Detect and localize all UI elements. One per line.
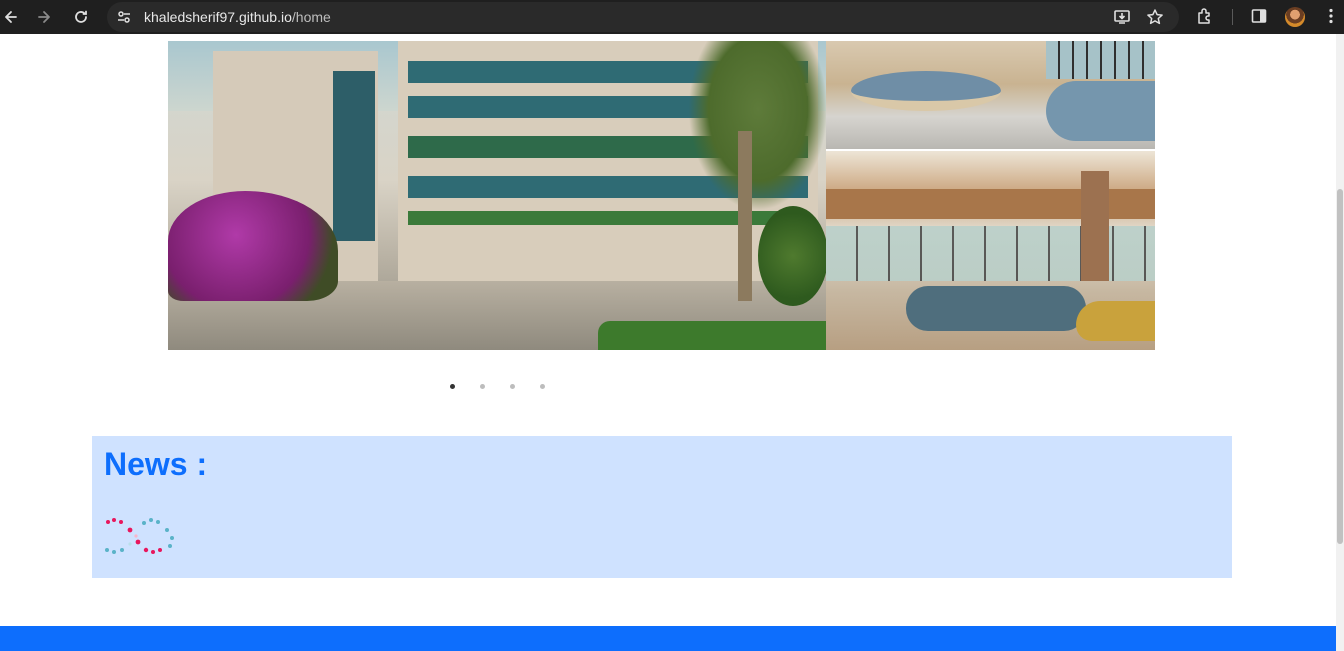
side-panel-icon[interactable] [1250,7,1268,25]
extensions-icon[interactable] [1196,7,1214,25]
carousel-dot-1[interactable] [450,384,455,389]
carousel-indicators [0,384,1336,392]
lobby-lounge-image [826,151,1155,350]
forward-button[interactable] [33,6,55,28]
bookmark-star-icon[interactable] [1146,8,1164,26]
loading-spinner-icon [105,518,174,554]
url-host: khaledsherif97.github.io [144,9,292,25]
page-content: News : [0,34,1336,651]
page-footer [0,626,1336,651]
reload-button[interactable] [70,6,92,28]
page-scrollbar[interactable] [1336,34,1344,651]
url-text[interactable]: khaledsherif97.github.io/home [144,9,331,25]
carousel-dot-3[interactable] [510,384,515,389]
forward-icon [38,11,50,23]
lobby-seating-image [826,41,1155,149]
news-section: News : [92,436,1232,578]
address-bar[interactable]: khaledsherif97.github.io/home [107,2,1179,32]
kebab-menu-icon[interactable] [1322,7,1340,25]
news-heading: News : [104,446,208,482]
browser-toolbar: khaledsherif97.github.io/home [0,0,1344,34]
reload-icon [75,10,87,23]
back-button[interactable] [0,6,22,28]
hospital-building-image [168,41,826,350]
toolbar-separator [1232,9,1233,25]
carousel-dot-2[interactable] [480,384,485,389]
back-icon [5,11,17,23]
url-path: /home [291,9,331,25]
scrollbar-thumb[interactable] [1337,189,1343,544]
site-settings-icon[interactable] [116,9,132,25]
carousel-dot-4[interactable] [540,384,545,389]
install-app-icon[interactable] [1113,8,1131,26]
profile-avatar[interactable] [1285,7,1305,27]
image-carousel[interactable] [168,41,1155,350]
